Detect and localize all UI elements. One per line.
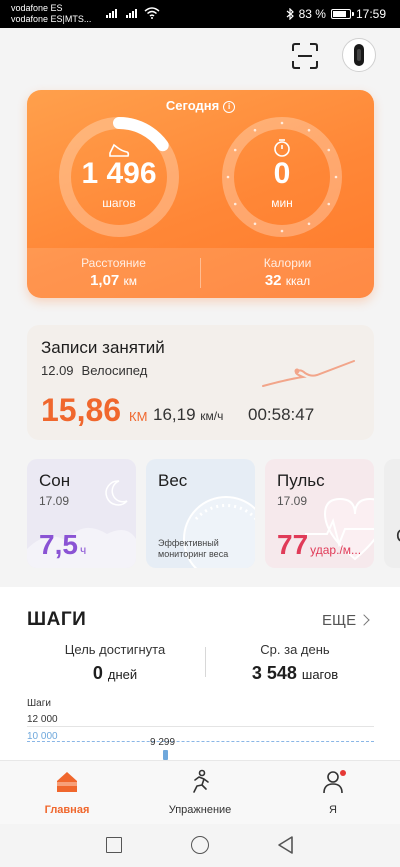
nav-me-label: Я bbox=[329, 804, 337, 816]
y-tick-label: 12 000 bbox=[27, 714, 58, 725]
activity-date: 12.09 bbox=[41, 363, 74, 378]
steps-section: ШАГИ ЕЩЕ Цель достигнута 0 дней Ср. за д… bbox=[0, 587, 400, 787]
chart-bar[interactable] bbox=[163, 750, 168, 760]
gridline bbox=[27, 726, 374, 727]
chart-title: Шаги bbox=[27, 698, 51, 709]
activity-distance: 15,86 bbox=[41, 392, 122, 428]
activity-type: Велосипед bbox=[81, 363, 148, 378]
activity-subtitle: 12.09 Велосипед bbox=[41, 363, 147, 378]
weight-card[interactable]: Вес Эффективный мониторинг веса bbox=[146, 459, 255, 568]
battery-icon bbox=[330, 9, 354, 19]
average-stat: Ср. за день 3 548 шагов bbox=[205, 642, 385, 684]
goal-label: Цель достигнута bbox=[64, 642, 166, 657]
distance-value: 1,07 км bbox=[90, 272, 137, 289]
sleep-title: Сон bbox=[39, 471, 71, 490]
bottom-navigation: Главная Упражнение Я bbox=[0, 760, 400, 824]
today-title: Сегодня i bbox=[27, 98, 374, 113]
home-icon bbox=[57, 772, 77, 792]
calories-label: Калории bbox=[263, 256, 312, 270]
activity-speed: 16,19 км/ч bbox=[153, 405, 224, 424]
weight-title: Вес bbox=[158, 471, 188, 490]
ring-tick bbox=[253, 128, 257, 132]
stopwatch-icon bbox=[274, 139, 290, 157]
steps-section-title: ШАГИ bbox=[27, 609, 87, 630]
ring-tick bbox=[233, 148, 237, 152]
pulse-date: 17.09 bbox=[277, 494, 308, 508]
bluetooth-icon bbox=[286, 8, 294, 20]
running-icon bbox=[193, 769, 209, 793]
pulse-value: 77 удар./м... bbox=[277, 529, 362, 560]
activity-record-card[interactable]: Записи занятий 12.09 Велосипед 15,86 КМ 1… bbox=[27, 325, 374, 440]
signal-icon bbox=[106, 8, 117, 18]
weight-description: Эффективный мониторинг веса bbox=[158, 538, 229, 559]
notification-dot bbox=[340, 770, 346, 776]
info-icon[interactable]: i bbox=[223, 101, 236, 113]
steps-value: 1 496 bbox=[81, 157, 157, 190]
nav-exercise-label: Упражнение bbox=[168, 804, 232, 816]
wifi-icon bbox=[144, 7, 160, 19]
today-card[interactable]: Сегодня i 1 496 шагов 0 мин Расстояние 1… bbox=[27, 90, 374, 298]
system-navigation bbox=[0, 824, 400, 867]
carrier-2: vodafone ES|MTS... bbox=[11, 14, 92, 24]
average-label: Ср. за день bbox=[260, 642, 330, 657]
battery-percent: 83 % bbox=[298, 7, 326, 21]
shoe-icon bbox=[109, 143, 130, 157]
ring-tick bbox=[280, 121, 284, 125]
exercise-unit: мин bbox=[271, 196, 293, 210]
bar-data-label: 9 299 bbox=[150, 737, 176, 748]
scan-icon[interactable] bbox=[291, 42, 319, 70]
sleep-date: 17.09 bbox=[39, 494, 70, 508]
steps-unit: шагов bbox=[102, 196, 136, 210]
ring-tick bbox=[307, 222, 311, 226]
route-map-icon bbox=[262, 360, 355, 387]
device-button[interactable] bbox=[342, 38, 376, 72]
exercise-value: 0 bbox=[273, 157, 291, 190]
sleep-value: 7,5 ч bbox=[39, 529, 87, 560]
distance-stat: Расстояние 1,07 км bbox=[27, 256, 200, 289]
goal-value: 0 дней bbox=[92, 663, 138, 683]
ring-tick bbox=[327, 148, 331, 152]
sleep-card[interactable]: Сон 17.09 7,5 ч bbox=[27, 459, 136, 568]
pulse-card[interactable]: Пульс 17.09 77 удар./м... bbox=[265, 459, 374, 568]
nav-exercise[interactable]: Упражнение bbox=[150, 769, 250, 816]
status-bar: vodafone ES vodafone ES|MTS... 83 % 17:5… bbox=[0, 0, 400, 28]
today-summary: Расстояние 1,07 км Калории 32 ккал bbox=[27, 248, 374, 298]
activity-title: Записи занятий bbox=[41, 338, 165, 357]
carrier-info: vodafone ES vodafone ES|MTS... bbox=[11, 3, 91, 25]
back-button[interactable] bbox=[276, 835, 294, 855]
carrier-1: vodafone ES bbox=[11, 3, 63, 13]
calories-stat: Калории 32 ккал bbox=[201, 256, 374, 289]
home-button[interactable] bbox=[191, 836, 209, 854]
more-link[interactable]: ЕЩЕ bbox=[322, 612, 370, 629]
band-icon bbox=[354, 44, 364, 66]
steps-ring[interactable]: 1 496 шагов bbox=[57, 115, 181, 239]
average-value: 3 548 шагов bbox=[251, 663, 339, 683]
activity-distance-unit: КМ bbox=[129, 409, 148, 424]
distance-label: Расстояние bbox=[81, 256, 146, 270]
next-card[interactable]: С bbox=[384, 459, 400, 568]
recent-apps-button[interactable] bbox=[106, 837, 122, 853]
activity-duration: 00:58:47 bbox=[248, 405, 315, 424]
ring-tick bbox=[307, 128, 311, 132]
chevron-right-icon bbox=[358, 614, 370, 626]
goal-stat: Цель достигнута 0 дней bbox=[25, 642, 205, 684]
nav-home-label: Главная bbox=[44, 804, 90, 816]
calories-value: 32 ккал bbox=[264, 272, 311, 289]
pulse-title: Пульс bbox=[277, 471, 325, 490]
ring-tick bbox=[253, 222, 257, 226]
goal-line bbox=[27, 741, 374, 742]
nav-home[interactable]: Главная bbox=[17, 769, 117, 816]
exercise-ring[interactable]: 0 мин bbox=[220, 115, 344, 239]
nav-me[interactable]: Я bbox=[283, 769, 383, 816]
ring-tick bbox=[280, 229, 284, 233]
signal-icon bbox=[126, 8, 137, 18]
clock: 17:59 bbox=[355, 7, 386, 21]
next-card-label: С bbox=[396, 526, 400, 547]
